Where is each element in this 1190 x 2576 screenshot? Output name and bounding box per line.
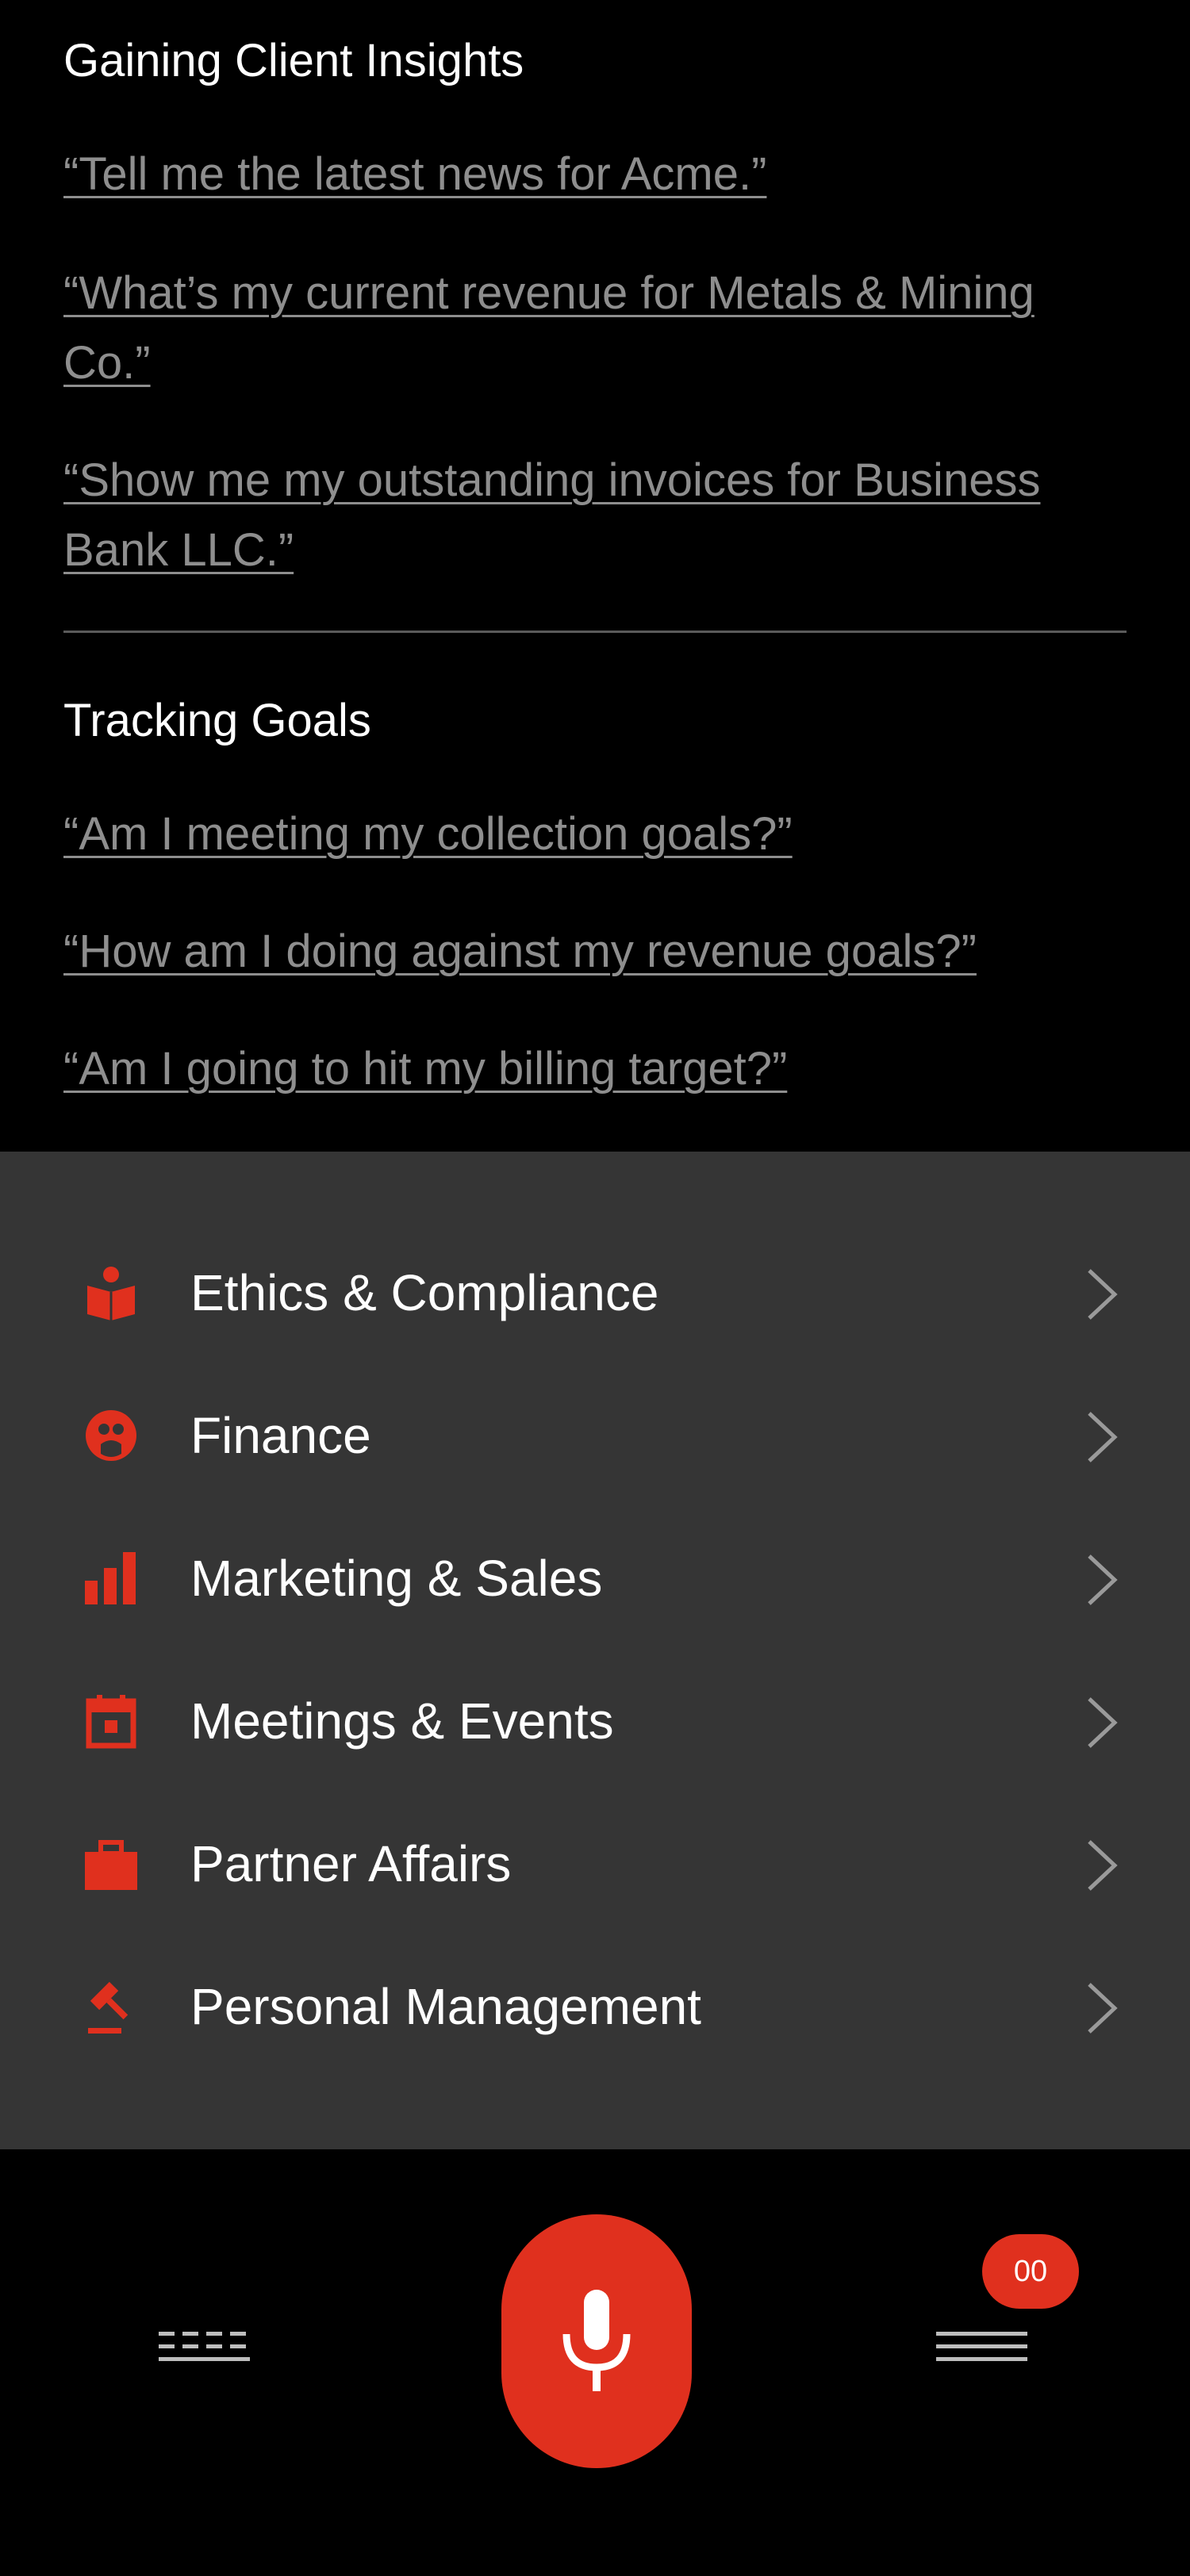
ethics-book-icon	[87, 1267, 135, 1321]
prompt-link-metals-revenue[interactable]: “What’s my current revenue for Metals & …	[63, 259, 1127, 398]
briefcase-icon	[85, 1840, 137, 1890]
section-divider	[63, 631, 1127, 633]
prompt-link-collection-goals[interactable]: “Am I meeting my collection goals?”	[63, 799, 1127, 869]
prompt-link-outstanding-invoices[interactable]: “Show me my outstanding invoices for Bus…	[63, 446, 1127, 585]
menu-item-label: Partner Affairs	[190, 1835, 512, 1892]
gavel-icon	[88, 1981, 129, 2034]
list-icon	[936, 2332, 1027, 2361]
list-button[interactable]	[928, 2316, 1031, 2379]
microphone-icon	[562, 2290, 631, 2391]
menu-item-label: Marketing & Sales	[190, 1550, 603, 1607]
suggestions-area: Gaining Client Insights “Tell me the lat…	[0, 0, 1190, 1152]
menu-item-personal-management[interactable]: Personal Management	[0, 1933, 1190, 2076]
prompt-link-billing-target[interactable]: “Am I going to hit my billing target?”	[63, 1034, 1127, 1104]
menu-item-label: Ethics & Compliance	[190, 1264, 659, 1321]
section-title-tracking-goals: Tracking Goals	[63, 695, 371, 746]
menu-item-ethics-compliance[interactable]: Ethics & Compliance	[0, 1219, 1190, 1362]
finance-icon	[86, 1410, 136, 1461]
chevron-right-icon	[1088, 1412, 1118, 1462]
chevron-right-icon	[1088, 1697, 1118, 1748]
menu-item-partner-affairs[interactable]: Partner Affairs	[0, 1790, 1190, 1933]
menu-item-finance[interactable]: Finance	[0, 1362, 1190, 1505]
keyboard-icon	[159, 2332, 250, 2361]
menu-item-marketing-sales[interactable]: Marketing & Sales	[0, 1505, 1190, 1647]
prompt-link-acme-news[interactable]: “Tell me the latest news for Acme.”	[63, 140, 1127, 209]
section-title-client-insights: Gaining Client Insights	[63, 35, 524, 86]
chevron-right-icon	[1088, 1983, 1118, 2034]
menu-item-label: Personal Management	[190, 1978, 701, 2035]
menu-item-label: Finance	[190, 1407, 371, 1464]
chevron-right-icon	[1088, 1840, 1118, 1891]
category-menu: Ethics & Compliance Finance Marketing & …	[0, 1152, 1190, 2149]
microphone-button[interactable]	[501, 2214, 692, 2468]
menu-item-meetings-events[interactable]: Meetings & Events	[0, 1647, 1190, 1790]
keyboard-button[interactable]	[155, 2316, 258, 2379]
notification-badge: 00	[982, 2234, 1079, 2309]
bottom-toolbar: 00	[0, 2149, 1190, 2576]
menu-item-label: Meetings & Events	[190, 1692, 614, 1750]
bar-chart-icon	[85, 1552, 136, 1604]
chevron-right-icon	[1088, 1554, 1118, 1605]
calendar-icon	[86, 1695, 136, 1749]
chevron-right-icon	[1088, 1269, 1118, 1320]
prompt-link-revenue-goals[interactable]: “How am I doing against my revenue goals…	[63, 917, 1127, 987]
